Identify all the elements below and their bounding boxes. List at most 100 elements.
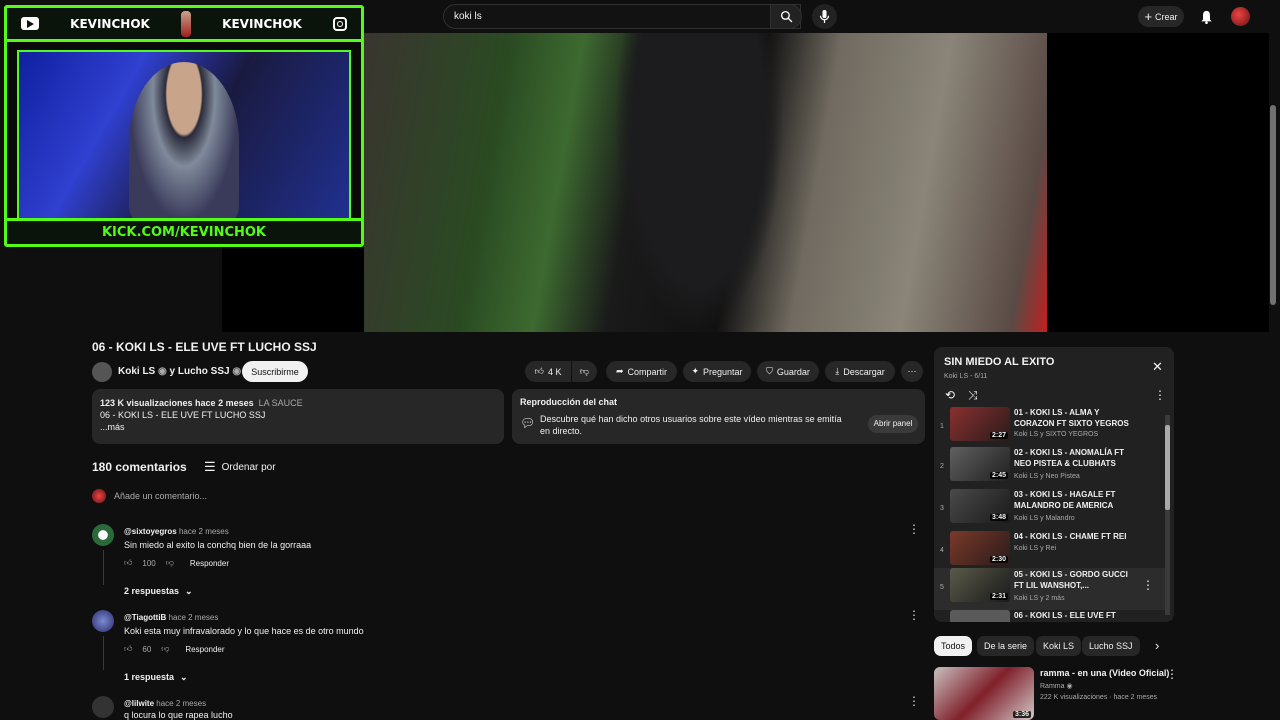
comment-count: 180 comentarios — [92, 460, 187, 474]
like-button[interactable]: 👍︎ 4 K — [525, 361, 571, 382]
channel-avatar[interactable] — [92, 362, 112, 382]
playlist-item-menu-icon[interactable]: ⋮ — [1142, 578, 1154, 592]
description-tag[interactable]: LA SAUCE — [259, 398, 303, 408]
channel-name[interactable]: Koki LS ◉ y Lucho SSJ ◉ — [118, 366, 241, 377]
dislike-button[interactable]: 👎︎ — [572, 361, 597, 382]
playlist-thumbnail: 2:45 — [950, 447, 1010, 481]
recommendation-stats: 222 K visualizaciones · hace 2 meses — [1040, 694, 1158, 701]
page-scrollbar[interactable] — [1270, 105, 1276, 305]
view-stats: 123 K visualizaciones hace 2 meses — [100, 398, 254, 408]
instagram-logo-icon — [332, 16, 347, 31]
search-box[interactable]: koki ls ✕ — [443, 4, 801, 29]
reply-button[interactable]: Responder — [190, 559, 229, 568]
shuffle-icon[interactable]: ⤨ — [968, 388, 978, 403]
comment-text: q locura lo que rapea lucho — [124, 710, 233, 720]
more-vertical-icon[interactable]: ⋮ — [1154, 388, 1166, 402]
verified-icon-2: ◉ — [232, 366, 242, 377]
user-avatar — [92, 489, 106, 503]
chat-icon: 💬︎ — [520, 416, 536, 430]
thumbs-down-icon[interactable]: 👎︎ — [161, 644, 169, 654]
comment-text: Sin miedo al exito la conchq bien de la … — [124, 540, 312, 550]
search-input[interactable]: koki ls — [454, 11, 782, 22]
playlist-item[interactable]: 3 3:48 03 - KOKI LS - HAGALE FT MALANDRO… — [934, 489, 1166, 531]
download-icon: ⤓ — [835, 366, 840, 376]
playlist-item[interactable]: 06 - KOKI LS - ELE UVE FT — [934, 610, 1166, 622]
playlist-item[interactable]: 5 2:31 05 - KOKI LS - GORDO GUCCI FT LIL… — [934, 568, 1166, 610]
sort-comments-button[interactable]: ☰ Ordenar por — [204, 459, 276, 475]
create-button[interactable]: + Crear — [1138, 6, 1184, 27]
bell-icon — [1200, 10, 1212, 24]
chip-koki[interactable]: Koki LS — [1036, 636, 1082, 656]
chevron-right-icon[interactable]: › — [1155, 638, 1159, 653]
thread-line — [103, 636, 104, 670]
cam-name-left: KEVINCHOK — [70, 16, 150, 31]
description-box[interactable]: 123 K visualizaciones hace 2 meses LA SA… — [92, 389, 504, 444]
playlist-item-channel: Koki LS y SIXTO YEGROS — [1014, 431, 1099, 438]
comment-avatar[interactable] — [92, 696, 114, 718]
voice-search-button[interactable] — [812, 4, 837, 29]
description-line: 06 - KOKI LS - ELE UVE FT LUCHO SSJ — [100, 410, 266, 420]
like-count: 60 — [142, 644, 152, 654]
view-replies-button[interactable]: 1 respuesta ⌄ — [124, 672, 188, 683]
ask-button[interactable]: ✦ Preguntar — [683, 361, 751, 382]
subscribe-button[interactable]: Suscribirme — [242, 361, 308, 382]
view-replies-button[interactable]: 2 respuestas ⌄ — [124, 586, 193, 597]
video-figure — [614, 33, 784, 332]
account-avatar[interactable] — [1231, 7, 1250, 26]
save-button[interactable]: ⛉ Guardar — [757, 361, 819, 382]
show-more-link[interactable]: ...más — [100, 421, 496, 433]
chevron-down-icon: ⌄ — [180, 672, 188, 682]
chip-series[interactable]: De la serie — [977, 636, 1035, 656]
search-icon — [780, 10, 792, 23]
playlist-item[interactable]: 1 2:27 01 - KOKI LS - ALMA Y CORAZON FT … — [934, 407, 1166, 449]
playlist-item[interactable]: 4 2:30 04 - KOKI LS - CHAME FT REI Koki … — [934, 531, 1166, 573]
thumbs-down-icon[interactable]: 👎︎ — [166, 558, 174, 568]
comment-avatar[interactable] — [92, 610, 114, 632]
webcam-feed — [17, 50, 351, 222]
close-icon[interactable]: ✕ — [1152, 359, 1163, 375]
thread-line — [103, 550, 104, 585]
verified-icon: ◉ — [158, 366, 167, 377]
cam-footer: KICK.COM/KEVINCHOK — [7, 218, 361, 244]
playlist-item-title: 01 - KOKI LS - ALMA Y CORAZON FT SIXTO Y… — [1014, 408, 1129, 428]
comment-menu-icon[interactable]: ⋮ — [908, 608, 920, 622]
comment-avatar[interactable] — [92, 524, 114, 546]
thumbs-up-icon[interactable]: 👍︎ — [124, 558, 132, 568]
open-panel-button[interactable]: Abrir panel — [868, 415, 918, 433]
video-title: 06 - KOKI LS - ELE UVE FT LUCHO SSJ — [92, 340, 317, 354]
notifications-button[interactable] — [1196, 7, 1216, 27]
bookmark-icon: ⛉ — [766, 366, 773, 376]
add-comment-input[interactable]: Añade un comentario... — [114, 491, 207, 501]
loop-icon[interactable]: ⟲ — [945, 388, 955, 402]
download-button[interactable]: ⤓ Descargar — [825, 361, 895, 382]
playlist-item-title: 04 - KOKI LS - CHAME FT REI — [1014, 532, 1127, 541]
recommendation-title[interactable]: ramma - en una (Video Oficial) — [1040, 668, 1169, 678]
recommendation-menu-icon[interactable]: ⋮ — [1166, 667, 1178, 681]
more-actions-button[interactable]: ⋯ — [901, 361, 923, 382]
recommendation-channel[interactable]: Ramma ◉ — [1040, 682, 1073, 690]
thumbs-up-icon[interactable]: 👍︎ — [124, 644, 132, 654]
comment-menu-icon[interactable]: ⋮ — [908, 694, 920, 708]
playlist-thumbnail: 2:30 — [950, 531, 1010, 565]
playlist-title[interactable]: SIN MIEDO AL EXITO — [944, 356, 1054, 368]
comment-menu-icon[interactable]: ⋮ — [908, 522, 920, 536]
reply-button[interactable]: Responder — [185, 645, 224, 654]
recommendation-duration: 3:36 — [1012, 711, 1031, 718]
recommendation-thumbnail[interactable]: 3:36 — [934, 667, 1034, 720]
playlist-scrollbar-thumb[interactable] — [1165, 425, 1170, 510]
chip-all[interactable]: Todos — [934, 636, 973, 656]
playlist-item-channel: Koki LS y 2 más — [1014, 595, 1065, 602]
search-button[interactable] — [770, 4, 802, 29]
comment-author[interactable]: @lilwite hace 2 meses — [124, 699, 206, 708]
comment-actions: 👍︎ 100 👎︎ Responder — [124, 558, 229, 568]
verified-icon: ◉ — [1066, 683, 1073, 690]
video-player[interactable] — [222, 33, 1269, 332]
comment-author[interactable]: @sixtoyegros hace 2 meses — [124, 527, 229, 536]
chip-lucho[interactable]: Lucho SSJ — [1082, 636, 1140, 656]
comment-author[interactable]: @TiagottiB hace 2 meses — [124, 613, 218, 622]
playlist-item[interactable]: 2 2:45 02 - KOKI LS - ANOMALÍA FT NEO PI… — [934, 447, 1166, 489]
streamer-figure — [129, 62, 239, 222]
chat-replay-text: Descubre qué han dicho otros usuarios so… — [540, 414, 842, 436]
thumbs-up-icon: 👍︎ — [534, 366, 544, 376]
share-button[interactable]: ➦ Compartir — [606, 361, 677, 382]
